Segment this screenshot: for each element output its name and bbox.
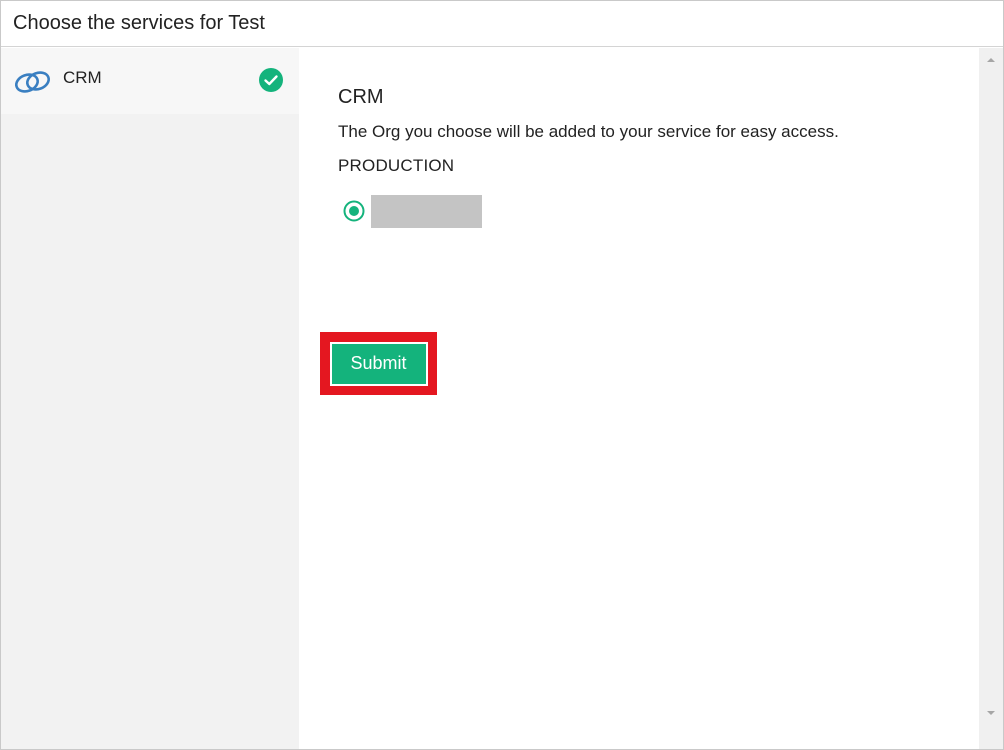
section-title: CRM xyxy=(338,86,384,108)
vertical-scrollbar[interactable] xyxy=(979,48,1003,749)
sidebar-item-label: CRM xyxy=(63,68,102,87)
scroll-up-arrow-icon[interactable] xyxy=(985,54,997,66)
dialog-header: Choose the services for Test xyxy=(1,1,1003,47)
crm-link-icon xyxy=(15,71,50,93)
submit-highlight-frame: Submit xyxy=(320,332,437,395)
scroll-down-arrow-icon[interactable] xyxy=(985,707,997,719)
dialog-body: CRM CRM The Org you choose will be added… xyxy=(1,48,1003,749)
section-description: The Org you choose will be added to your… xyxy=(338,122,839,141)
environment-label: PRODUCTION xyxy=(338,156,455,175)
org-option[interactable] xyxy=(343,194,482,228)
services-sidebar: CRM xyxy=(1,48,299,749)
service-details-panel: CRM The Org you choose will be added to … xyxy=(299,48,979,749)
org-radio-selected[interactable] xyxy=(343,200,365,222)
dialog-title: Choose the services for Test xyxy=(13,12,265,34)
org-name-redacted xyxy=(371,194,482,228)
submit-button[interactable]: Submit xyxy=(329,341,428,386)
sidebar-item-crm[interactable]: CRM xyxy=(1,48,299,114)
check-circle-icon xyxy=(259,68,283,92)
services-dialog: Choose the services for Test CRM CRM The… xyxy=(0,0,1004,750)
